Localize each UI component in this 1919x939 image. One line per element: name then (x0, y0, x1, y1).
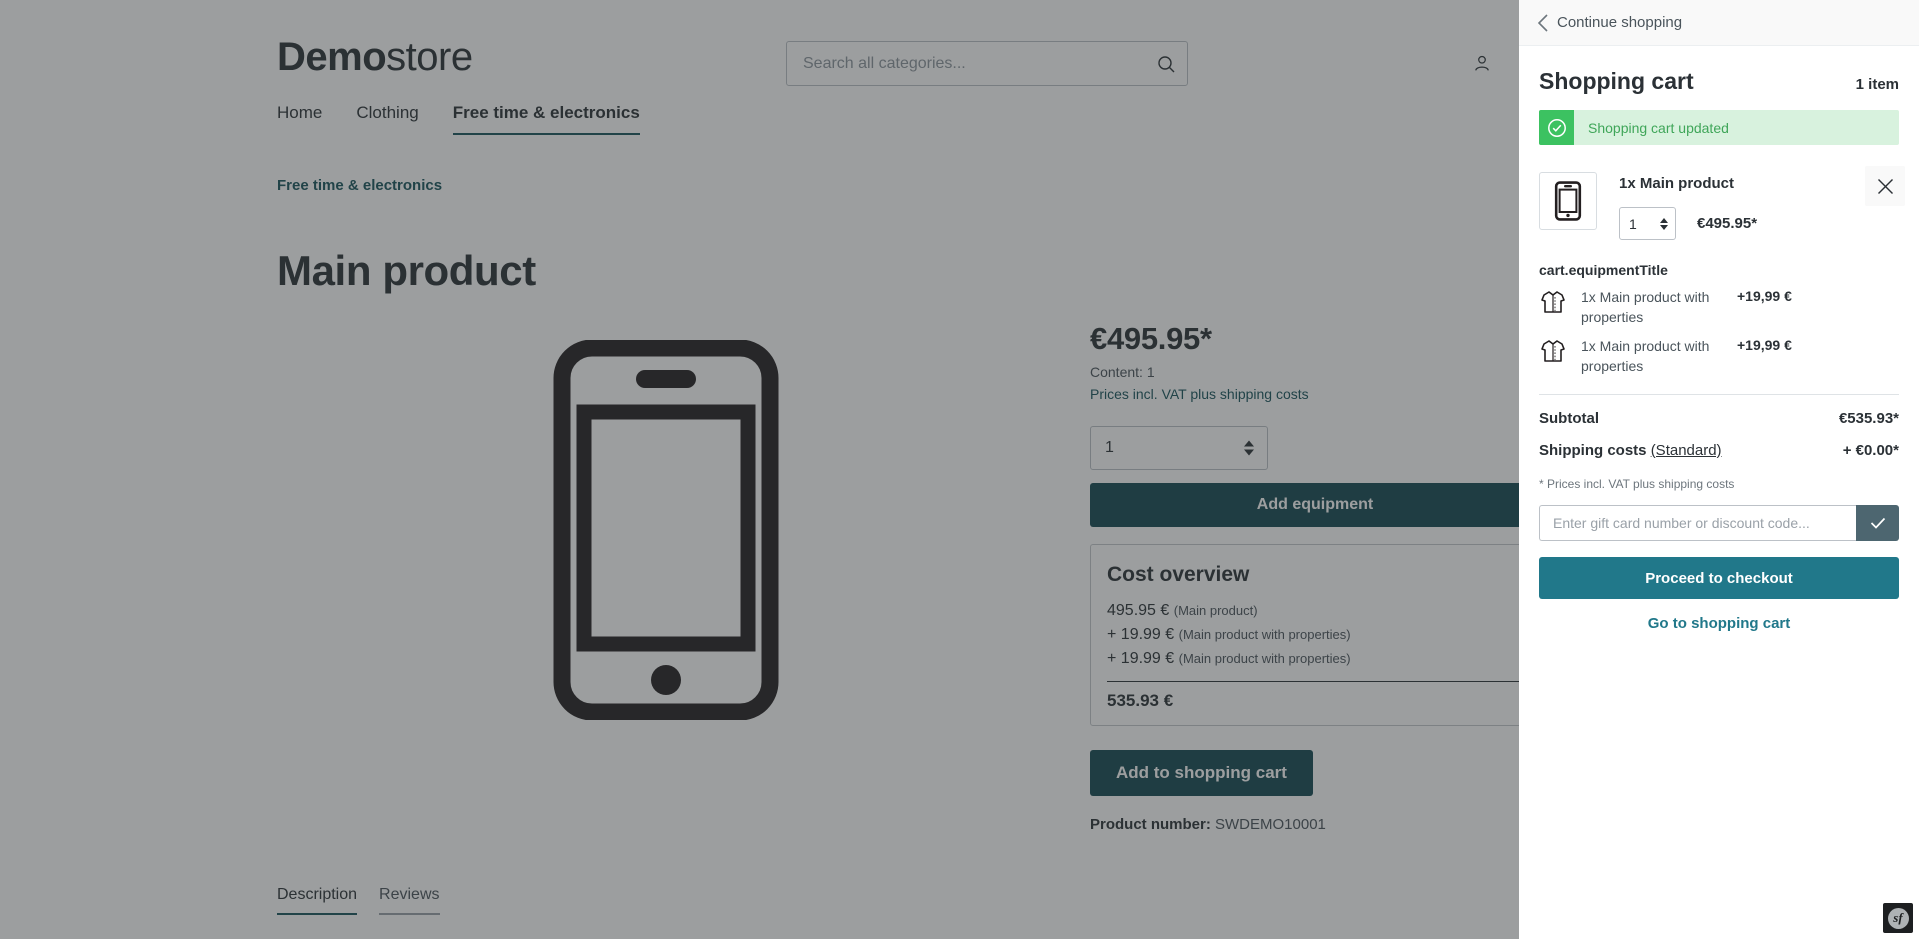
totals-divider (1539, 394, 1899, 395)
shipping-row: Shipping costs (Standard) + €0.00* (1539, 442, 1899, 459)
subtotal-row: Subtotal €535.93* (1539, 410, 1899, 427)
promo-code-submit-button[interactable] (1856, 505, 1899, 541)
shirt-icon (1539, 288, 1567, 316)
continue-shopping-label: Continue shopping (1557, 14, 1683, 31)
equipment-item-price: +19,99 € (1737, 288, 1792, 304)
remove-line-item-button[interactable] (1865, 166, 1905, 206)
shipping-method-link[interactable]: (Standard) (1651, 442, 1722, 459)
line-item-details: 1x Main product 1 €495.95* (1597, 172, 1899, 240)
shipping-value: + €0.00* (1842, 442, 1899, 459)
equipment-item: 1x Main product with properties +19,99 € (1539, 336, 1899, 376)
vat-note: * Prices incl. VAT plus shipping costs (1539, 477, 1735, 491)
equipment-item: 1x Main product with properties +19,99 € (1539, 287, 1899, 327)
line-item-quantity-value: 1 (1629, 215, 1637, 232)
subtotal-value: €535.93* (1838, 410, 1899, 427)
line-item-quantity-stepper[interactable]: 1 (1619, 207, 1676, 240)
continue-shopping-button[interactable]: Continue shopping (1519, 0, 1919, 46)
symfony-logo-icon: sf (1887, 907, 1909, 929)
equipment-section-title: cart.equipmentTitle (1539, 262, 1668, 278)
promo-code-input[interactable] (1539, 505, 1856, 541)
go-to-shopping-cart-link[interactable]: Go to shopping cart (1539, 615, 1899, 632)
shipping-label-text: Shipping costs (1539, 442, 1647, 459)
cart-body: Shopping cart 1 item Shopping cart updat… (1519, 46, 1919, 939)
subtotal-label: Subtotal (1539, 410, 1599, 427)
proceed-to-checkout-button[interactable]: Proceed to checkout (1539, 557, 1899, 599)
close-icon (1877, 178, 1893, 194)
cart-updated-alert: Shopping cart updated (1539, 110, 1899, 145)
cart-item-count: 1 item (1855, 76, 1899, 93)
equipment-item-price: +19,99 € (1737, 337, 1792, 353)
chevron-left-icon (1537, 13, 1548, 32)
shopping-cart-offcanvas: Continue shopping Shopping cart 1 item S… (1519, 0, 1919, 939)
line-item-price: €495.95* (1697, 215, 1758, 232)
symfony-toolbar-badge[interactable]: sf (1883, 903, 1913, 933)
check-circle-icon (1539, 110, 1574, 145)
page-root: Demostore Home Clothing (0, 0, 1919, 939)
cart-line-item: 1x Main product 1 €495.95* (1539, 166, 1905, 240)
line-item-name: 1x Main product (1619, 175, 1735, 192)
shipping-label: Shipping costs (Standard) (1539, 442, 1722, 459)
shirt-icon (1539, 337, 1567, 365)
line-item-thumbnail[interactable] (1539, 172, 1597, 230)
promo-code-form (1539, 505, 1899, 541)
equipment-item-name: 1x Main product with properties (1581, 338, 1710, 374)
equipment-item-name: 1x Main product with properties (1581, 289, 1710, 325)
offcanvas-backdrop[interactable] (0, 0, 1519, 939)
cart-header: Shopping cart 1 item (1539, 46, 1899, 95)
line-item-controls: 1 €495.95* (1619, 207, 1899, 240)
check-icon (1870, 517, 1885, 529)
cart-alert-text: Shopping cart updated (1588, 119, 1729, 136)
smartphone-icon (1554, 181, 1582, 221)
cart-title: Shopping cart (1539, 68, 1694, 94)
stepper-arrows-icon (1660, 217, 1668, 230)
